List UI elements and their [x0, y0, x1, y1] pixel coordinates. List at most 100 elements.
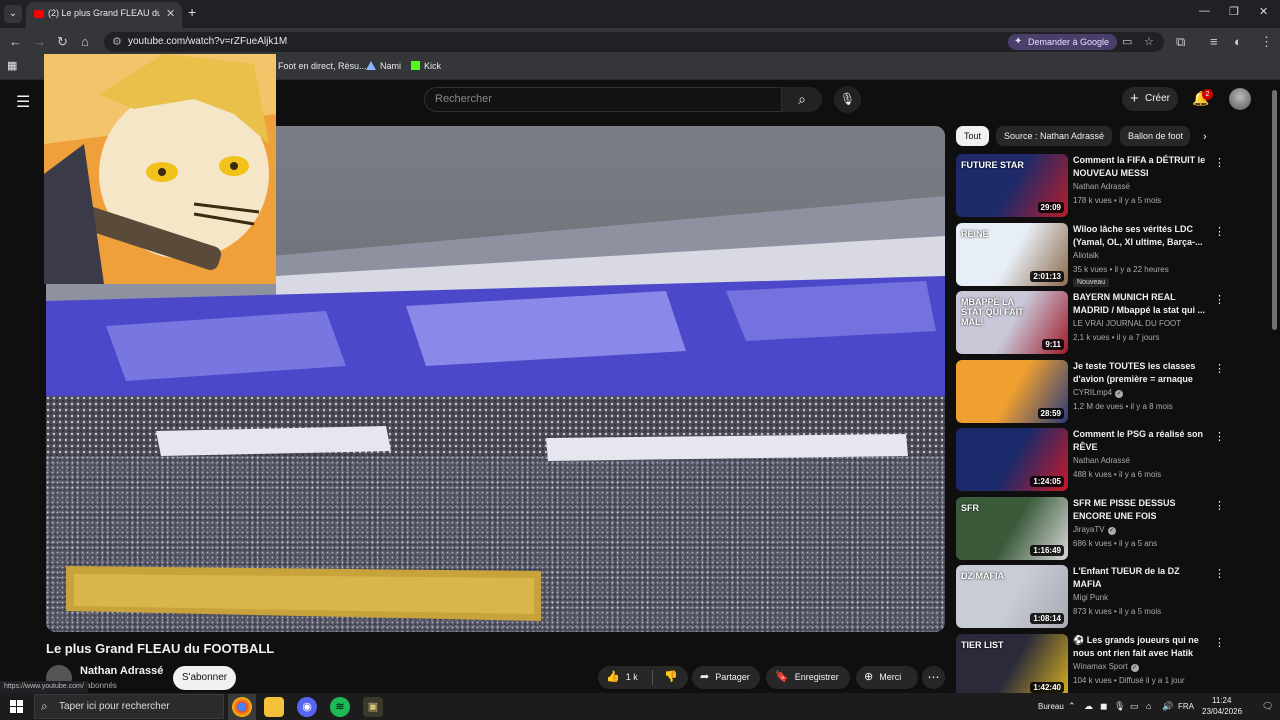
recommendation-channel[interactable]: LE VRAI JOURNAL DU FOOT [1073, 319, 1181, 328]
more-options-icon[interactable]: ⋮ [1214, 156, 1225, 169]
like-button[interactable]: 👍 1 k [598, 666, 652, 689]
recommendation-card[interactable]: SFR 1:16:49 SFR ME PISSE DESSUS ENCORE UNE… [956, 497, 1225, 561]
recommendation-title[interactable]: L'Enfant TUEUR de la DZ MAFIA [1073, 565, 1207, 591]
recommendation-title[interactable]: Comment la FIFA a DÉTRUIT le NOUVEAU MES… [1073, 154, 1207, 180]
onedrive-icon[interactable]: ☁ [1084, 701, 1093, 712]
recommendation-thumbnail[interactable]: FUTURE STAR 29:09 [956, 154, 1068, 217]
windows-start-icon[interactable] [10, 700, 23, 713]
file-explorer-icon[interactable] [264, 697, 284, 717]
save-button[interactable]: 🔖 Enregistrer [766, 666, 850, 689]
recommendation-title[interactable]: SFR ME PISSE DESSUS ENCORE UNE FOIS [1073, 497, 1207, 523]
close-window-icon[interactable]: ✕ [1259, 5, 1268, 18]
minimize-icon[interactable]: — [1199, 5, 1210, 17]
more-actions-button[interactable]: ⋯ [922, 666, 945, 689]
network-icon[interactable]: ⌂ [1146, 701, 1151, 711]
voice-search-button[interactable]: 🎙 [834, 86, 861, 113]
picture-in-picture-overlay[interactable] [44, 54, 276, 284]
recommendation-title[interactable]: Wiloo lâche ses vérités LDC (Yamal, OL, … [1073, 223, 1207, 249]
recommendation-card[interactable]: FUTURE STAR 29:09 Comment la FIFA a DÉTRUI… [956, 154, 1225, 218]
bookmark-nami[interactable]: Nami [366, 61, 401, 71]
recommendation-card[interactable]: 1:24:05 Comment le PSG a réalisé son RÊVE… [956, 428, 1225, 492]
ask-google-button[interactable]: ✦ Demander à Google [1008, 34, 1118, 50]
recommendation-channel[interactable]: Aliotalk [1073, 251, 1099, 260]
home-icon[interactable]: ⌂ [81, 34, 89, 49]
recommendation-channel[interactable]: Migi Punk [1073, 593, 1108, 602]
profile-icon[interactable]: ◐ [1234, 34, 1242, 49]
page-scrollbar[interactable] [1272, 90, 1277, 330]
menu-dots-icon[interactable]: ⋮ [1260, 34, 1273, 50]
display-icon[interactable]: ▭ [1130, 701, 1139, 712]
account-avatar[interactable] [1229, 88, 1251, 110]
recommendation-title[interactable]: Comment le PSG a réalisé son RÊVE [1073, 428, 1207, 454]
tab-search-icon[interactable]: ⌄ [4, 5, 22, 23]
reload-icon[interactable]: ↻ [57, 34, 68, 50]
share-button[interactable]: ➦ Partager [692, 666, 760, 689]
more-options-icon[interactable]: ⋮ [1214, 362, 1225, 375]
volume-icon[interactable]: 🔊 [1162, 701, 1173, 712]
recommendation-thumbnail[interactable]: 28:59 [956, 360, 1068, 423]
recommendation-channel[interactable]: Nathan Adrassé [1073, 456, 1130, 465]
recommendation-thumbnail[interactable]: TIER LIST 1:42:40 [956, 634, 1068, 697]
site-info-icon[interactable]: ⚙ [112, 35, 122, 48]
media-controls-icon[interactable]: ≡ [1210, 34, 1218, 49]
chip-source[interactable]: Source : Nathan Adrassé [996, 126, 1113, 146]
back-icon[interactable]: ← [9, 34, 22, 49]
recommendation-card[interactable]: DZ MAFIA 1:08:14 L'Enfant TUEUR de la DZ M… [956, 565, 1225, 629]
apps-grid-icon[interactable]: ▦ [7, 59, 17, 72]
forward-icon[interactable]: → [33, 34, 46, 49]
recommendation-channel[interactable]: JirayaTV ✓ [1073, 525, 1116, 535]
chip-ballon[interactable]: Ballon de foot [1120, 126, 1190, 146]
more-options-icon[interactable]: ⋮ [1214, 636, 1225, 649]
recommendation-card[interactable]: MBAPPÉ LA STAT QUI FAIT MAL! 9:11 BAYERN M… [956, 291, 1225, 355]
chip-all[interactable]: Tout [956, 126, 990, 146]
recommendation-title[interactable]: Je teste TOUTES les classes d'avion (pre… [1073, 360, 1207, 386]
chevron-right-icon[interactable]: › [1203, 131, 1207, 143]
taskbar-search-input[interactable]: ⌕ Taper ici pour rechercher [34, 694, 224, 719]
spotify-icon[interactable]: ≋ [330, 697, 350, 717]
search-button[interactable]: ⌕ [782, 87, 822, 112]
recommendation-thumbnail[interactable]: DZ MAFIA 1:08:14 [956, 565, 1068, 628]
recommendation-channel[interactable]: CYRILmp4 ✓ [1073, 388, 1124, 398]
restore-icon[interactable]: ❐ [1229, 5, 1239, 18]
thanks-button[interactable]: ⊕ Merci [856, 666, 918, 689]
recommendation-thumbnail[interactable]: 1:24:05 [956, 428, 1068, 491]
bookmark-foot[interactable]: Foot en direct, Résu... [278, 61, 367, 71]
hamburger-menu-icon[interactable]: ☰ [16, 92, 30, 112]
notifications-icon[interactable]: 🗨 [1262, 701, 1273, 712]
channel-name[interactable]: Nathan Adrassé [80, 665, 163, 677]
chrome-icon[interactable] [232, 697, 252, 717]
more-options-icon[interactable]: ⋮ [1214, 430, 1225, 443]
clock-date[interactable]: 23/04/2026 [1202, 707, 1242, 716]
app-tray-icon[interactable]: ◼ [1100, 701, 1107, 712]
desktop-label[interactable]: Bureau [1038, 702, 1064, 711]
recommendation-channel[interactable]: Winamax Sport ✓ [1073, 662, 1139, 672]
recommendation-channel[interactable]: Nathan Adrassé [1073, 182, 1130, 191]
more-options-icon[interactable]: ⋮ [1214, 293, 1225, 306]
address-bar[interactable]: ⚙ youtube.com/watch?v=rZFueAljk1M ✦ Dema… [104, 32, 1164, 52]
extensions-icon[interactable]: ⧉ [1176, 34, 1185, 50]
new-tab-icon[interactable]: + [188, 4, 196, 20]
bookmark-kick[interactable]: Kick [411, 61, 441, 71]
dislike-button[interactable]: 👎 [654, 666, 688, 689]
recommendation-title[interactable]: BAYERN MUNICH REAL MADRID / Mbappé la st… [1073, 291, 1207, 317]
recommendation-title[interactable]: ⚽ Les grands joueurs qui ne nous ont rie… [1073, 634, 1207, 660]
app-icon[interactable]: ▣ [363, 697, 383, 717]
more-options-icon[interactable]: ⋮ [1214, 499, 1225, 512]
chevron-up-icon[interactable]: ⌃ [1068, 701, 1076, 712]
recommendation-card[interactable]: 28:59 Je teste TOUTES les classes d'avion… [956, 360, 1225, 424]
close-tab-icon[interactable]: ✕ [166, 7, 175, 20]
subscribe-button[interactable]: S'abonner [173, 666, 236, 690]
recommendation-card[interactable]: TIER LIST 1:42:40 ⚽ Les grands joueurs qui… [956, 634, 1225, 698]
search-input[interactable]: Rechercher [424, 87, 782, 112]
discord-icon[interactable]: ◉ [297, 697, 317, 717]
more-options-icon[interactable]: ⋮ [1214, 225, 1225, 238]
language-indicator[interactable]: FRA [1178, 702, 1194, 711]
cast-icon[interactable]: ▭ [1122, 35, 1132, 48]
microphone-icon[interactable]: 🎙 [1114, 701, 1125, 712]
more-options-icon[interactable]: ⋮ [1214, 567, 1225, 580]
bookmark-star-icon[interactable]: ☆ [1144, 35, 1154, 48]
clock-time[interactable]: 11:24 [1212, 696, 1231, 705]
recommendation-thumbnail[interactable]: MBAPPÉ LA STAT QUI FAIT MAL! 9:11 [956, 291, 1068, 354]
recommendation-thumbnail[interactable]: SFR 1:16:49 [956, 497, 1068, 560]
recommendation-thumbnail[interactable]: REINE 2:01:13 [956, 223, 1068, 286]
